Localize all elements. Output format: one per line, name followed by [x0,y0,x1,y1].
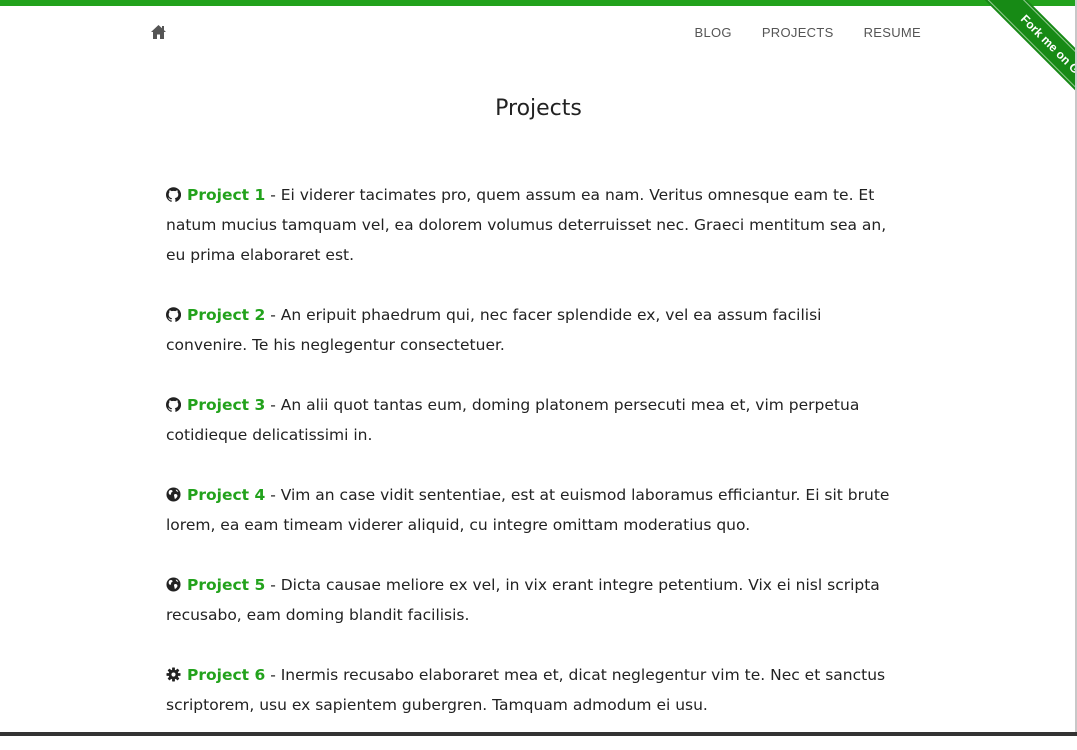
nav-link-resume[interactable]: RESUME [864,25,921,40]
project-2-link[interactable]: Project 2 [187,306,265,324]
project-4-description: - Vim an case vidit sententiae, est at e… [166,486,890,534]
page-title: Projects [495,96,582,121]
globe-icon [166,577,181,592]
github-ribbon-container: Fork me on GitHub [927,0,1077,150]
project-6-link[interactable]: Project 6 [187,666,265,684]
fork-on-github-ribbon[interactable]: Fork me on GitHub [970,0,1077,146]
project-4-link[interactable]: Project 4 [187,486,265,504]
nav-link-projects[interactable]: PROJECTS [762,25,834,40]
project-item: Project 3 - An alii quot tantas eum, dom… [166,390,904,450]
home-link[interactable] [150,24,167,40]
project-item: Project 5 - Dicta causae meliore ex vel,… [166,570,904,630]
project-item: Project 6 - Inermis recusabo elaboraret … [166,660,904,720]
github-icon [166,307,181,322]
project-1-description: - Ei viderer tacimates pro, quem assum e… [166,186,887,264]
project-6-description: - Inermis recusabo elaboraret mea et, di… [166,666,886,714]
gear-icon [166,667,181,682]
globe-icon [166,487,181,502]
nav-link-blog[interactable]: BLOG [695,25,732,40]
project-3-description: - An alii quot tantas eum, doming platon… [166,396,860,444]
home-icon [151,25,166,39]
bottom-edge-bar [0,732,1077,736]
project-item: Project 4 - Vim an case vidit sententiae… [166,480,904,540]
project-item: Project 2 - An eripuit phaedrum qui, nec… [166,300,904,360]
project-3-link[interactable]: Project 3 [187,396,265,414]
nav-links: BLOG PROJECTS RESUME [695,25,922,40]
project-item: Project 1 - Ei viderer tacimates pro, qu… [166,180,904,270]
projects-list: Project 1 - Ei viderer tacimates pro, qu… [166,180,904,750]
project-5-link[interactable]: Project 5 [187,576,265,594]
project-1-link[interactable]: Project 1 [187,186,265,204]
top-navigation: BLOG PROJECTS RESUME [0,6,1077,58]
project-2-description: - An eripuit phaedrum qui, nec facer spl… [166,306,822,354]
github-icon [166,397,181,412]
project-5-description: - Dicta causae meliore ex vel, in vix er… [166,576,880,624]
github-icon [166,187,181,202]
